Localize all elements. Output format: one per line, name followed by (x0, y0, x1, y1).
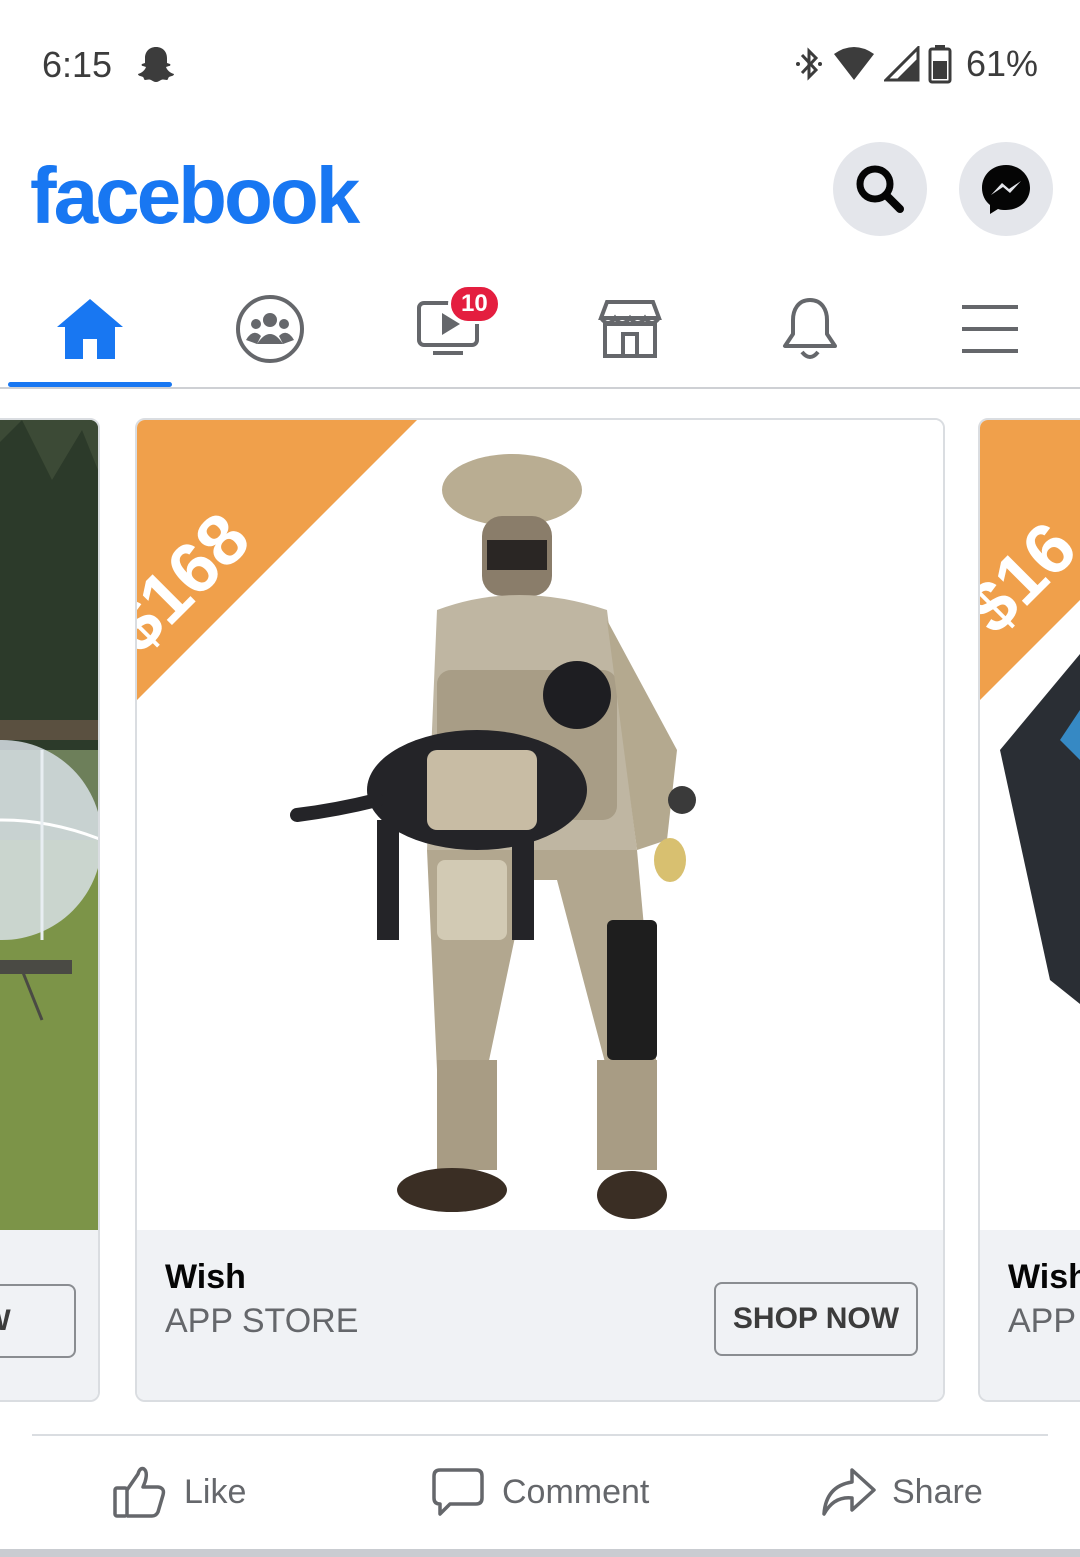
search-button[interactable] (833, 142, 927, 236)
status-bar: 6:15 61% (0, 0, 1080, 130)
home-icon (57, 298, 123, 359)
messenger-button[interactable] (959, 142, 1053, 236)
price-tag: $16 (980, 507, 1080, 649)
share-label: Share (892, 1472, 983, 1511)
notifications-bell-icon (783, 297, 837, 359)
advertiser-subtitle: APP (1008, 1302, 1077, 1340)
cell-signal-icon (883, 46, 920, 82)
post-actions: Like Comment Share (0, 1436, 1080, 1548)
advertiser-subtitle: APP STORE (165, 1302, 359, 1340)
marketplace-icon (598, 299, 662, 358)
carousel-card[interactable]: $168 Wish APP STORE SHOP NOW (135, 418, 945, 1402)
status-icons: 61% (794, 42, 1038, 86)
main-nav-tabs: 10 (0, 270, 1080, 389)
product-image-bubble-tent[interactable] (0, 420, 98, 1230)
card-footer: NOW (0, 1230, 98, 1400)
advertiser-name[interactable]: Wish (165, 1258, 246, 1297)
bluetooth-icon (795, 47, 822, 81)
carousel-card[interactable]: $16 Wish APP (978, 418, 1080, 1402)
shop-now-button[interactable]: SHOP NOW (714, 1282, 918, 1356)
battery-percentage: 61% (965, 43, 1038, 84)
share-button[interactable]: Share (820, 1436, 983, 1548)
advertiser-name[interactable]: Wish (1008, 1258, 1080, 1297)
messenger-icon (982, 165, 1030, 214)
wifi-icon (833, 47, 874, 80)
battery-icon (928, 45, 952, 84)
watch-notification-badge: 10 (448, 284, 501, 324)
tab-groups[interactable] (180, 270, 360, 387)
like-thumb-icon (113, 1466, 166, 1518)
app-header: facebook (0, 130, 1080, 260)
groups-icon (236, 294, 304, 363)
tab-home[interactable] (0, 270, 180, 387)
comment-label: Comment (502, 1472, 650, 1511)
facebook-logo[interactable]: facebook (30, 150, 360, 242)
like-label: Like (184, 1472, 247, 1511)
ad-carousel[interactable]: NOW (0, 418, 1080, 1402)
snapchat-ghost-icon (136, 44, 176, 84)
tab-notifications[interactable] (720, 270, 900, 387)
search-icon (856, 165, 904, 213)
tab-watch[interactable]: 10 (360, 270, 540, 387)
tab-menu[interactable] (900, 270, 1080, 387)
comment-bubble-icon (432, 1468, 484, 1516)
product-image-soldier-figure[interactable]: $168 (137, 420, 943, 1230)
product-image-device[interactable]: $16 (980, 420, 1080, 1230)
status-time: 6:15 (42, 44, 113, 85)
shop-now-button[interactable]: NOW (0, 1284, 76, 1358)
menu-icon (962, 304, 1018, 353)
comment-button[interactable]: Comment (430, 1436, 649, 1548)
feed-separator (0, 1549, 1080, 1557)
carousel-card[interactable]: NOW (0, 418, 100, 1402)
like-button[interactable]: Like (112, 1436, 246, 1548)
card-footer: Wish APP (980, 1230, 1080, 1400)
tab-marketplace[interactable] (540, 270, 720, 387)
share-arrow-icon (822, 1468, 876, 1516)
card-footer: Wish APP STORE SHOP NOW (137, 1230, 943, 1400)
